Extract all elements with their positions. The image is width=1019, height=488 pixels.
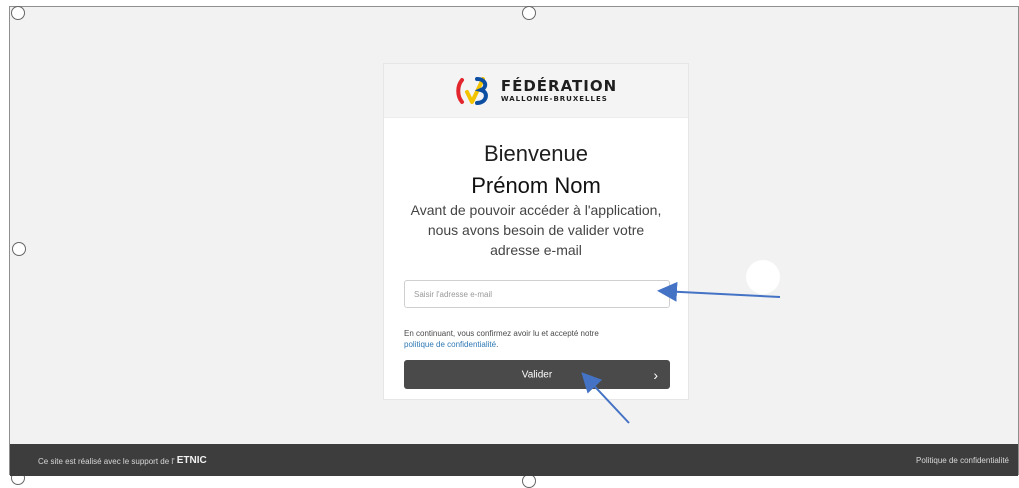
login-card: FÉDÉRATION WALLONIE-BRUXELLES Bienvenue … xyxy=(383,63,689,400)
validate-button[interactable]: Valider › xyxy=(404,360,670,389)
privacy-policy-link[interactable]: politique de confidentialité xyxy=(404,340,496,349)
support-brand-logo: ETNIC xyxy=(176,455,207,466)
selection-handle-bottom xyxy=(522,474,536,488)
support-note: Ce site est réalisé avec le support de l… xyxy=(38,455,207,467)
brand-sub-text: WALLONIE-BRUXELLES xyxy=(500,94,608,103)
welcome-title: Bienvenue xyxy=(484,141,588,166)
selection-handle-left xyxy=(12,242,26,256)
federation-logo-icon xyxy=(456,76,488,105)
selection-handle-top xyxy=(522,6,536,20)
screenshot-frame: FÉDÉRATION WALLONIE-BRUXELLES Bienvenue … xyxy=(9,6,1019,488)
consent-punctuation: . xyxy=(496,340,499,349)
brand-name: FÉDÉRATION WALLONIE-BRUXELLES xyxy=(500,76,618,103)
validate-button-label: Valider xyxy=(521,369,553,380)
validation-message: Avant de pouvoir accéder à l'application… xyxy=(410,202,662,258)
page-footer: Ce site est réalisé avec le support de l… xyxy=(10,444,1018,476)
brand-header: FÉDÉRATION WALLONIE-BRUXELLES xyxy=(384,64,688,118)
support-text: Ce site est réalisé avec le support de l… xyxy=(38,457,175,466)
selection-handle-top-left xyxy=(11,6,25,20)
brand-main-text: FÉDÉRATION xyxy=(500,76,618,95)
floating-circle xyxy=(746,260,780,294)
chevron-right-icon: › xyxy=(653,366,658,383)
privacy-consent: En continuant, vous confirmez avoir lu e… xyxy=(404,328,674,350)
user-name: Prénom Nom xyxy=(471,173,601,198)
consent-text: En continuant, vous confirmez avoir lu e… xyxy=(404,329,599,338)
email-input[interactable] xyxy=(404,280,670,308)
footer-privacy-link[interactable]: Politique de confidentialité xyxy=(916,456,1009,465)
